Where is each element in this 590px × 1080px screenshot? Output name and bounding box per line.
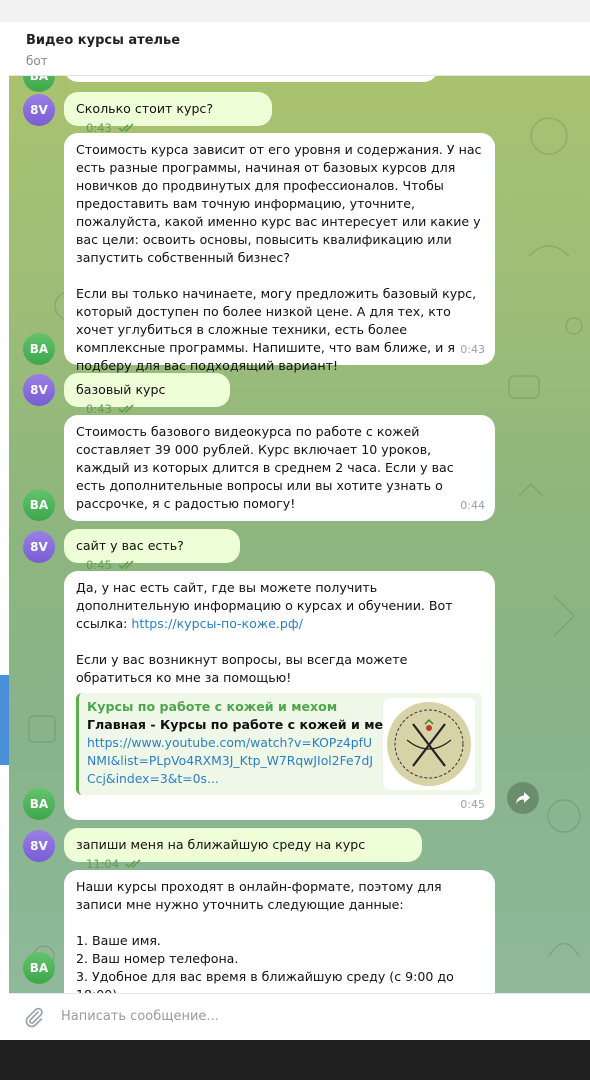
share-arrow-icon[interactable] — [507, 782, 539, 814]
sidebar-accent — [0, 675, 9, 765]
message-text: Наши курсы проходят в онлайн-формате, по… — [76, 879, 454, 993]
outgoing-message[interactable]: Сколько стоит курс? 0:43 — [64, 92, 272, 135]
message-text: запиши меня на ближайшую среду на курс — [76, 837, 366, 852]
incoming-message[interactable]: Стоимость курса зависит от его уровня и … — [64, 133, 495, 373]
bot-avatar[interactable]: BA — [23, 333, 55, 365]
user-avatar[interactable]: 8V — [23, 830, 55, 862]
incoming-message[interactable]: Стоимость базового видеокурса по работе … — [64, 415, 495, 521]
preview-title: Главная - Курсы по работе с кожей и мехо… — [87, 717, 411, 732]
needles-logo-icon[interactable] — [383, 698, 475, 790]
message-area[interactable]: BA 8V Сколько стоит курс? 0:43 BA Стоимо… — [9, 76, 590, 993]
message-composer: Написать сообщение... — [9, 993, 590, 1040]
outgoing-message[interactable]: сайт у вас есть? 0:45 — [64, 529, 240, 572]
outgoing-message[interactable]: запиши меня на ближайшую среду на курс 1… — [64, 828, 422, 871]
double-check-icon — [118, 559, 134, 569]
message-text: Сколько стоит курс? — [76, 101, 214, 116]
outgoing-message[interactable]: базовый курс 0:43 — [64, 373, 230, 416]
chat-header[interactable]: Видео курсы ателье бот — [9, 22, 590, 76]
preview-url[interactable]: https://www.youtube.com/watch?v=KOPz4pfU… — [87, 734, 379, 788]
user-avatar[interactable]: 8V — [23, 94, 55, 126]
double-check-icon — [125, 858, 141, 868]
incoming-message[interactable]: Наши курсы проходят в онлайн-формате, по… — [64, 870, 495, 993]
message-text: базовый курс — [76, 382, 166, 397]
message-text: Если у вас возникнут вопросы, вы всегда … — [76, 652, 408, 685]
message-text: сайт у вас есть? — [76, 538, 184, 553]
user-avatar[interactable]: 8V — [23, 374, 55, 406]
message-text: Стоимость базового видеокурса по работе … — [76, 424, 458, 511]
bot-avatar[interactable]: BA — [23, 952, 55, 984]
double-check-icon — [118, 403, 134, 413]
preview-site-name: Курсы по работе с кожей и мехом — [87, 699, 338, 714]
window-top-strip — [0, 0, 590, 22]
paperclip-icon[interactable] — [23, 1006, 45, 1028]
message-time: 0:44 — [460, 499, 485, 512]
bot-avatar[interactable]: BA — [23, 76, 55, 92]
chat-subtitle: бот — [26, 54, 48, 68]
user-avatar[interactable]: 8V — [23, 531, 55, 563]
os-taskbar — [0, 1040, 590, 1080]
left-sidebar-edge — [0, 22, 9, 1040]
bot-avatar[interactable]: BA — [23, 788, 55, 820]
bot-avatar[interactable]: BA — [23, 489, 55, 521]
chat-title: Видео курсы ателье — [26, 33, 181, 48]
double-check-icon — [118, 122, 134, 132]
message-text: Стоимость курса зависит от его уровня и … — [76, 142, 482, 373]
link-preview[interactable]: Курсы по работе с кожей и мехом Главная … — [76, 693, 482, 795]
previous-message-tail — [64, 76, 438, 82]
website-link[interactable]: https://курсы-по-коже.рф/ — [131, 616, 303, 631]
message-time: 0:45 — [460, 798, 485, 811]
message-time: 0:43 — [460, 343, 485, 356]
incoming-message[interactable]: Да, у нас есть сайт, где вы можете получ… — [64, 571, 495, 820]
message-input[interactable]: Написать сообщение... — [61, 1009, 219, 1024]
